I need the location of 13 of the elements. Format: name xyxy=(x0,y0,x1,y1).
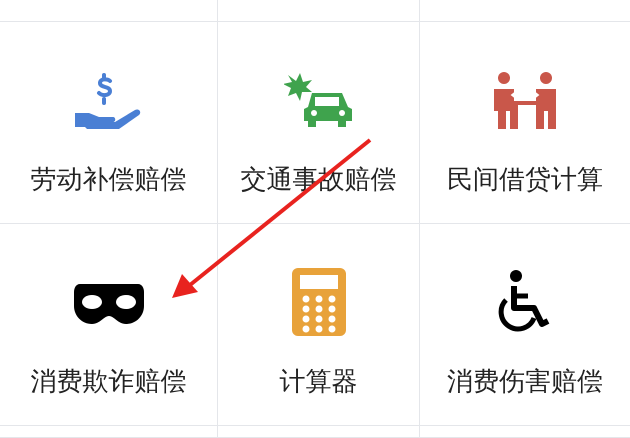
people-exchange-icon xyxy=(492,71,558,129)
car-crash-icon xyxy=(284,71,354,129)
tile-label: 劳动补偿赔偿 xyxy=(30,164,186,197)
grid-tile[interactable]: 消费伤害赔偿 xyxy=(420,224,630,426)
grid-tile[interactable]: 民间借贷计算 xyxy=(420,22,630,224)
tile-label: 计算器 xyxy=(280,366,358,399)
grid-tile[interactable]: 消费欺诈赔偿 xyxy=(0,224,218,426)
tile-label: 消费欺诈赔偿 xyxy=(30,366,186,399)
grid-tile[interactable]: 计算器 xyxy=(218,224,420,426)
grid-tile[interactable]: 劳动补偿赔偿 xyxy=(0,22,218,224)
calculator-icon xyxy=(292,268,346,336)
tile-label: 民间借贷计算 xyxy=(447,164,603,197)
tile-label: 消费伤害赔偿 xyxy=(447,366,603,399)
